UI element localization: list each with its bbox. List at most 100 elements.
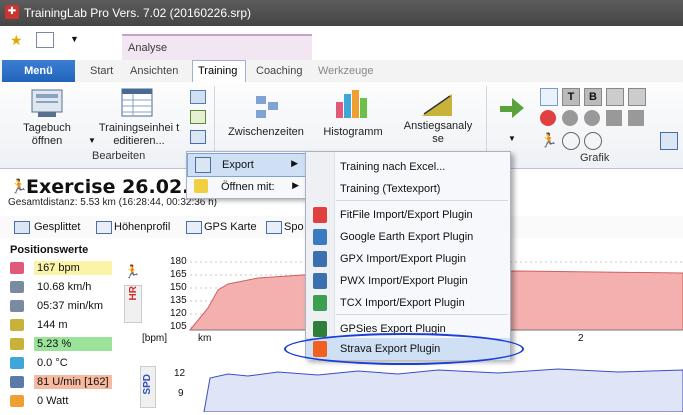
trainingseinheit-button[interactable]: Trainingseinhei t editieren... [94, 122, 184, 148]
circle-icon[interactable] [584, 110, 600, 126]
position-values-heading: Positionswerte [10, 244, 89, 256]
text-icon[interactable]: T [562, 88, 580, 106]
merge-icon[interactable] [190, 110, 206, 124]
export-arrow-icon[interactable] [496, 92, 526, 118]
export-menu-item[interactable]: Google Earth Export Plugin [306, 226, 510, 248]
square-icon[interactable] [606, 110, 622, 126]
export-menu-item-label: FitFile Import/Export Plugin [340, 209, 473, 221]
position-value-row: 0.0 °C [8, 355, 112, 371]
position-value: 81 U/min [162] [34, 375, 112, 389]
export-menu-item[interactable]: GPX Import/Export Plugin [306, 248, 510, 270]
histogramm-button[interactable]: Histogramm [316, 126, 390, 139]
export-menu-item[interactable]: FitFile Import/Export Plugin [306, 204, 510, 226]
menu-button[interactable]: Menü [2, 60, 75, 82]
export-menu-item[interactable]: Training nach Excel... [306, 156, 510, 178]
subtab-gps-karte[interactable]: GPS Karte [204, 221, 257, 233]
context-tab-analyse: Analyse [122, 34, 312, 62]
heart-icon [10, 262, 24, 274]
export-menu-item[interactable]: TCX Import/Export Plugin [306, 292, 510, 314]
circle-icon[interactable] [562, 110, 578, 126]
tagebuch-button[interactable]: Tagebuch öffnen [12, 122, 82, 148]
position-value: 05:37 min/km [37, 300, 104, 312]
training-table-icon[interactable] [120, 88, 154, 118]
tab-werkzeuge[interactable]: Werkzeuge [318, 65, 373, 77]
climb-icon[interactable] [420, 90, 454, 118]
export-menu-item[interactable]: Training (Textexport) [306, 178, 510, 200]
split-view-icon [14, 221, 30, 234]
qa-dropdown-icon[interactable]: ▼ [70, 34, 79, 44]
add-icon[interactable] [190, 90, 206, 104]
diary-icon[interactable] [30, 88, 64, 118]
spd-tick-label: 12 [174, 368, 186, 379]
tab-training[interactable]: Training [198, 65, 237, 77]
menu-item-export-label: Export [222, 159, 254, 171]
runner-icon[interactable]: 🏃 [540, 132, 557, 148]
cadence-icon [10, 376, 24, 388]
laps-icon[interactable] [252, 94, 282, 120]
menu-item-oeffnen-mit[interactable]: Öffnen mit: ▶ [187, 176, 307, 198]
position-value-row: 10.68 km/h [8, 279, 112, 295]
settings-icon[interactable] [660, 132, 678, 150]
menu-separator [336, 200, 508, 201]
context-menu: Export ▶ Öffnen mit: ▶ [186, 151, 308, 199]
grafik-dropdown-icon[interactable]: ▼ [508, 134, 516, 143]
star-icon[interactable]: ★ [10, 32, 23, 49]
subtab-gesplittet[interactable]: Gesplittet [34, 221, 80, 233]
clock-icon[interactable] [562, 132, 580, 150]
export-menu-item-label: Google Earth Export Plugin [340, 231, 474, 243]
map-icon [186, 221, 202, 234]
stopwatch-icon[interactable] [584, 132, 602, 150]
subtab-sport[interactable]: Spo [284, 221, 304, 233]
power-icon [10, 395, 24, 407]
runner-icon: 🏃 [10, 178, 28, 194]
sport-icon [266, 221, 282, 234]
bold-icon[interactable]: B [584, 88, 602, 106]
y-tick-label: 165 [170, 269, 187, 280]
record-icon[interactable] [540, 110, 556, 126]
position-value: 0 Watt [37, 395, 69, 407]
x-tick-label: 2 [578, 333, 584, 344]
position-value-row: 81 U/min [162] [8, 374, 112, 390]
position-value: 10.68 km/h [37, 281, 92, 293]
y-tick-label: 180 [170, 256, 187, 267]
edit-icon[interactable] [606, 88, 624, 106]
zwischenzeiten-button[interactable]: Zwischenzeiten [224, 126, 308, 139]
subtab-hoehenprofil[interactable]: Höhenprofil [114, 221, 170, 233]
tab-coaching[interactable]: Coaching [256, 65, 302, 77]
tab-ansichten[interactable]: Ansichten [130, 65, 178, 77]
position-value: 5.23 % [34, 337, 112, 351]
position-value: 0.0 °C [37, 357, 68, 369]
split-icon[interactable] [190, 130, 206, 144]
export-menu-item-label: Training (Textexport) [340, 183, 441, 195]
export-menu-item-label: TCX Import/Export Plugin [340, 297, 465, 309]
bars-icon[interactable] [628, 110, 644, 126]
open-with-icon [194, 179, 208, 193]
y-tick-label: 150 [170, 282, 187, 293]
position-value-row: 05:37 min/km [8, 298, 112, 314]
histogram-icon[interactable] [334, 88, 370, 120]
spd-tick-label: 9 [178, 388, 184, 399]
tab-start[interactable]: Start [90, 65, 113, 77]
speed-icon [10, 281, 24, 293]
window-title: TrainingLab Pro Vers. 7.02 (20160226.srp… [24, 6, 252, 20]
y-tick-label: 105 [170, 321, 187, 332]
position-value: 167 bpm [34, 261, 112, 275]
menu-item-export[interactable]: Export ▶ [187, 153, 307, 177]
slope-icon [10, 338, 24, 350]
speed-area [203, 368, 683, 413]
anstiegsanalyse-button[interactable]: Anstiegsanalyse [396, 120, 480, 146]
gpx-icon [313, 251, 327, 267]
highlight-ellipse [284, 333, 524, 365]
position-value-row: 167 bpm [8, 260, 112, 276]
format-icon[interactable] [628, 88, 646, 106]
chart-icon[interactable] [540, 88, 558, 106]
preview-icon[interactable] [36, 32, 54, 48]
export-menu-item-label: PWX Import/Export Plugin [340, 275, 468, 287]
menu-separator [336, 314, 508, 315]
dropdown-arrow-icon[interactable]: ▼ [88, 136, 96, 145]
title-bar: ✚ TrainingLab Pro Vers. 7.02 (20160226.s… [0, 0, 683, 26]
thermometer-icon [10, 357, 24, 369]
export-menu-item[interactable]: PWX Import/Export Plugin [306, 270, 510, 292]
submenu-arrow-icon: ▶ [292, 180, 299, 190]
unit-text: [bpm] [142, 333, 168, 344]
